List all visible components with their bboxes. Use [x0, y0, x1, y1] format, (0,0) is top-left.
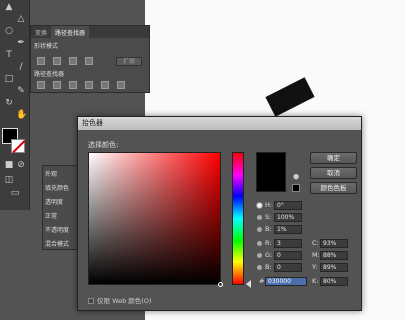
- cyan-label: C:: [312, 239, 319, 247]
- tab-transform[interactable]: 变换: [31, 26, 51, 38]
- divide-icon[interactable]: [37, 81, 45, 89]
- cyan-input[interactable]: 93%: [320, 239, 348, 248]
- shape-mode-label: 形状模式: [34, 43, 59, 50]
- hand-tool-icon[interactable]: ✋: [16, 110, 27, 120]
- select-tool-icon[interactable]: ▲: [4, 2, 14, 12]
- lasso-tool-icon[interactable]: ○: [4, 26, 14, 36]
- hue-slider[interactable]: [232, 152, 244, 285]
- expand-button[interactable]: 扩展: [116, 57, 142, 66]
- trim-icon[interactable]: [53, 81, 61, 89]
- ok-button[interactable]: 确定: [310, 152, 357, 164]
- brightness-input[interactable]: 1%: [274, 225, 302, 234]
- pathfinders-label: 路径查找器: [34, 71, 65, 78]
- websafe-only-label: 仅限 Web 颜色(O): [97, 297, 152, 305]
- color-mode-icon[interactable]: ■: [4, 160, 14, 170]
- none-mode-icon[interactable]: ⊘: [16, 160, 26, 170]
- websafe-color-chip[interactable]: [292, 184, 300, 192]
- red-radio[interactable]: [257, 241, 262, 246]
- color-field-marker[interactable]: [218, 282, 223, 287]
- stroke-color-swatch[interactable]: [11, 139, 25, 153]
- hue-radio[interactable]: [257, 203, 262, 208]
- hue-label: H:: [265, 201, 273, 209]
- color-swatches-button[interactable]: 颜色色板: [310, 182, 357, 194]
- direct-select-tool-icon[interactable]: △: [16, 14, 26, 24]
- hex-prefix: #: [259, 277, 265, 285]
- crop-icon[interactable]: [85, 81, 93, 89]
- pathfinder-tabs: 变换 路径查找器: [31, 26, 149, 38]
- green-label: G:: [265, 251, 273, 259]
- brightness-radio[interactable]: [257, 227, 262, 232]
- red-input[interactable]: 3: [274, 239, 302, 248]
- minus-back-icon[interactable]: [117, 81, 125, 89]
- draw-mode-icon[interactable]: ◫: [4, 175, 14, 185]
- blue-input[interactable]: 0: [274, 263, 302, 272]
- color-field[interactable]: [88, 152, 221, 285]
- out-of-gamut-icon[interactable]: ⬢: [292, 173, 300, 181]
- hue-slider-arrow-icon[interactable]: [246, 280, 251, 288]
- type-tool-icon[interactable]: T: [4, 50, 14, 60]
- appearance-title: 外观: [45, 171, 58, 178]
- merge-icon[interactable]: [69, 81, 77, 89]
- color-preview: [256, 152, 286, 192]
- pen-tool-icon[interactable]: ✒: [16, 38, 26, 48]
- pathfinder-panel: 变换 路径查找器 形状模式 扩展 路径查找器: [30, 25, 150, 93]
- hex-input[interactable]: 030000: [265, 277, 307, 286]
- tools-panel: ▲ △ ○ ✒ T / □ ✎ ↻ ✋ ■ ⊘ ◫ ▭: [0, 0, 30, 210]
- select-color-label: 选择颜色:: [88, 141, 119, 149]
- unite-icon[interactable]: [37, 57, 45, 65]
- intersect-icon[interactable]: [69, 57, 77, 65]
- tab-pathfinder[interactable]: 路径查找器: [51, 26, 90, 38]
- blue-label: B:: [265, 263, 272, 271]
- magenta-label: M:: [312, 251, 320, 259]
- red-label: R:: [265, 239, 272, 247]
- appearance-normal-row[interactable]: 正常: [45, 211, 57, 220]
- screen-mode-icon[interactable]: ▭: [10, 188, 20, 198]
- saturation-radio[interactable]: [257, 215, 262, 220]
- yellow-label: Y:: [312, 263, 318, 271]
- websafe-checkbox-box[interactable]: [88, 298, 94, 304]
- green-input[interactable]: 0: [274, 251, 302, 260]
- rotate-tool-icon[interactable]: ↻: [4, 98, 14, 108]
- appearance-opacity-label[interactable]: 不透明度: [45, 225, 69, 234]
- rectangle-tool-icon[interactable]: □: [4, 74, 14, 84]
- minus-front-icon[interactable]: [53, 57, 61, 65]
- black-input[interactable]: 80%: [320, 277, 348, 286]
- dialog-title: 拾色器: [78, 117, 361, 130]
- websafe-only-checkbox[interactable]: 仅限 Web 颜色(O): [88, 295, 152, 305]
- appearance-blend-row[interactable]: 混合模式: [45, 239, 69, 248]
- yellow-input[interactable]: 89%: [320, 263, 348, 272]
- appearance-fill-row[interactable]: 填充颜色: [45, 183, 69, 192]
- appearance-opacity-row[interactable]: 透明度: [45, 197, 63, 206]
- saturation-label: S:: [265, 213, 272, 221]
- cancel-button[interactable]: 取消: [310, 167, 357, 179]
- brightness-label: B:: [265, 225, 272, 233]
- brush-tool-icon[interactable]: ✎: [16, 86, 26, 96]
- saturation-input[interactable]: 100%: [274, 213, 302, 222]
- appearance-panel: 外观 填充颜色 透明度 正常 不透明度 混合模式: [42, 165, 82, 250]
- color-picker-dialog: 拾色器 选择颜色: ⬢ 确定 取消 颜色色板 H: 0° S: 100% B: …: [77, 116, 362, 311]
- blue-radio[interactable]: [257, 265, 262, 270]
- exclude-icon[interactable]: [85, 57, 93, 65]
- outline-icon[interactable]: [101, 81, 109, 89]
- black-label: K:: [312, 277, 319, 285]
- hue-input[interactable]: 0°: [274, 201, 302, 210]
- line-tool-icon[interactable]: /: [16, 62, 26, 72]
- magenta-input[interactable]: 88%: [320, 251, 348, 260]
- green-radio[interactable]: [257, 253, 262, 258]
